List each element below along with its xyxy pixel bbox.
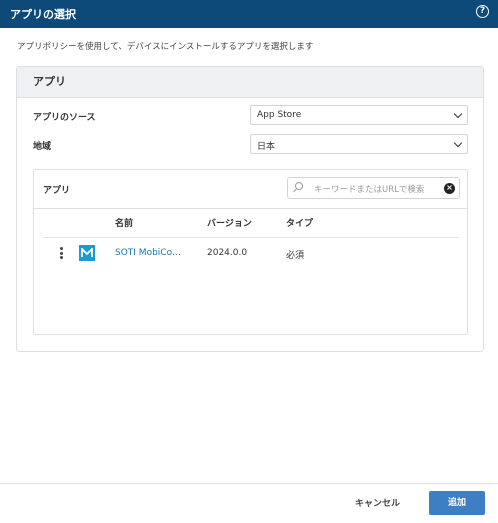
chevron-down-icon [453,109,463,119]
app-name-link[interactable]: SOTI MobiCo… [115,248,181,258]
dialog-description: アプリポリシーを使用して、デバイスにインストールするアプリを選択します [17,42,314,52]
column-header-name[interactable]: 名前 [115,216,133,229]
divider [34,208,467,209]
search-placeholder: キーワードまたはURLで検索 [314,185,425,195]
chevron-down-icon [453,138,463,148]
region-select[interactable]: 日本 [250,134,468,154]
more-options-icon[interactable] [58,247,64,261]
dialog-titlebar: アプリの選択 ? [0,0,498,28]
region-label: 地域 [33,142,52,152]
search-input[interactable]: キーワードまたはURLで検索 × [287,177,460,199]
apps-panel: アプリ キーワードまたはURLで検索 × 名前 バージョン タイプ SOTI M… [33,169,468,335]
column-header-version[interactable]: バージョン [207,216,252,229]
card-header: アプリ [17,67,483,98]
app-type: 必須 [286,251,305,261]
footer-divider [0,483,498,484]
clear-search-icon[interactable]: × [444,183,455,194]
add-button[interactable]: 追加 [429,491,485,515]
search-icon [295,182,303,190]
divider [43,237,459,238]
app-version: 2024.0.0 [207,248,248,258]
region-select-value: 日本 [257,142,276,152]
mobicontrol-app-icon [79,245,95,261]
apps-panel-title: アプリ [43,186,71,196]
cancel-button[interactable]: キャンセル [355,496,400,509]
dialog-title: アプリの選択 [10,8,76,21]
source-select[interactable]: App Store [250,105,468,125]
source-label: アプリのソース [33,113,96,123]
help-icon[interactable]: ? [476,5,489,18]
column-header-type[interactable]: タイプ [286,216,313,229]
app-card: アプリ アプリのソース App Store 地域 日本 アプリ キーワードまたは… [16,66,484,352]
source-select-value: App Store [257,110,302,120]
